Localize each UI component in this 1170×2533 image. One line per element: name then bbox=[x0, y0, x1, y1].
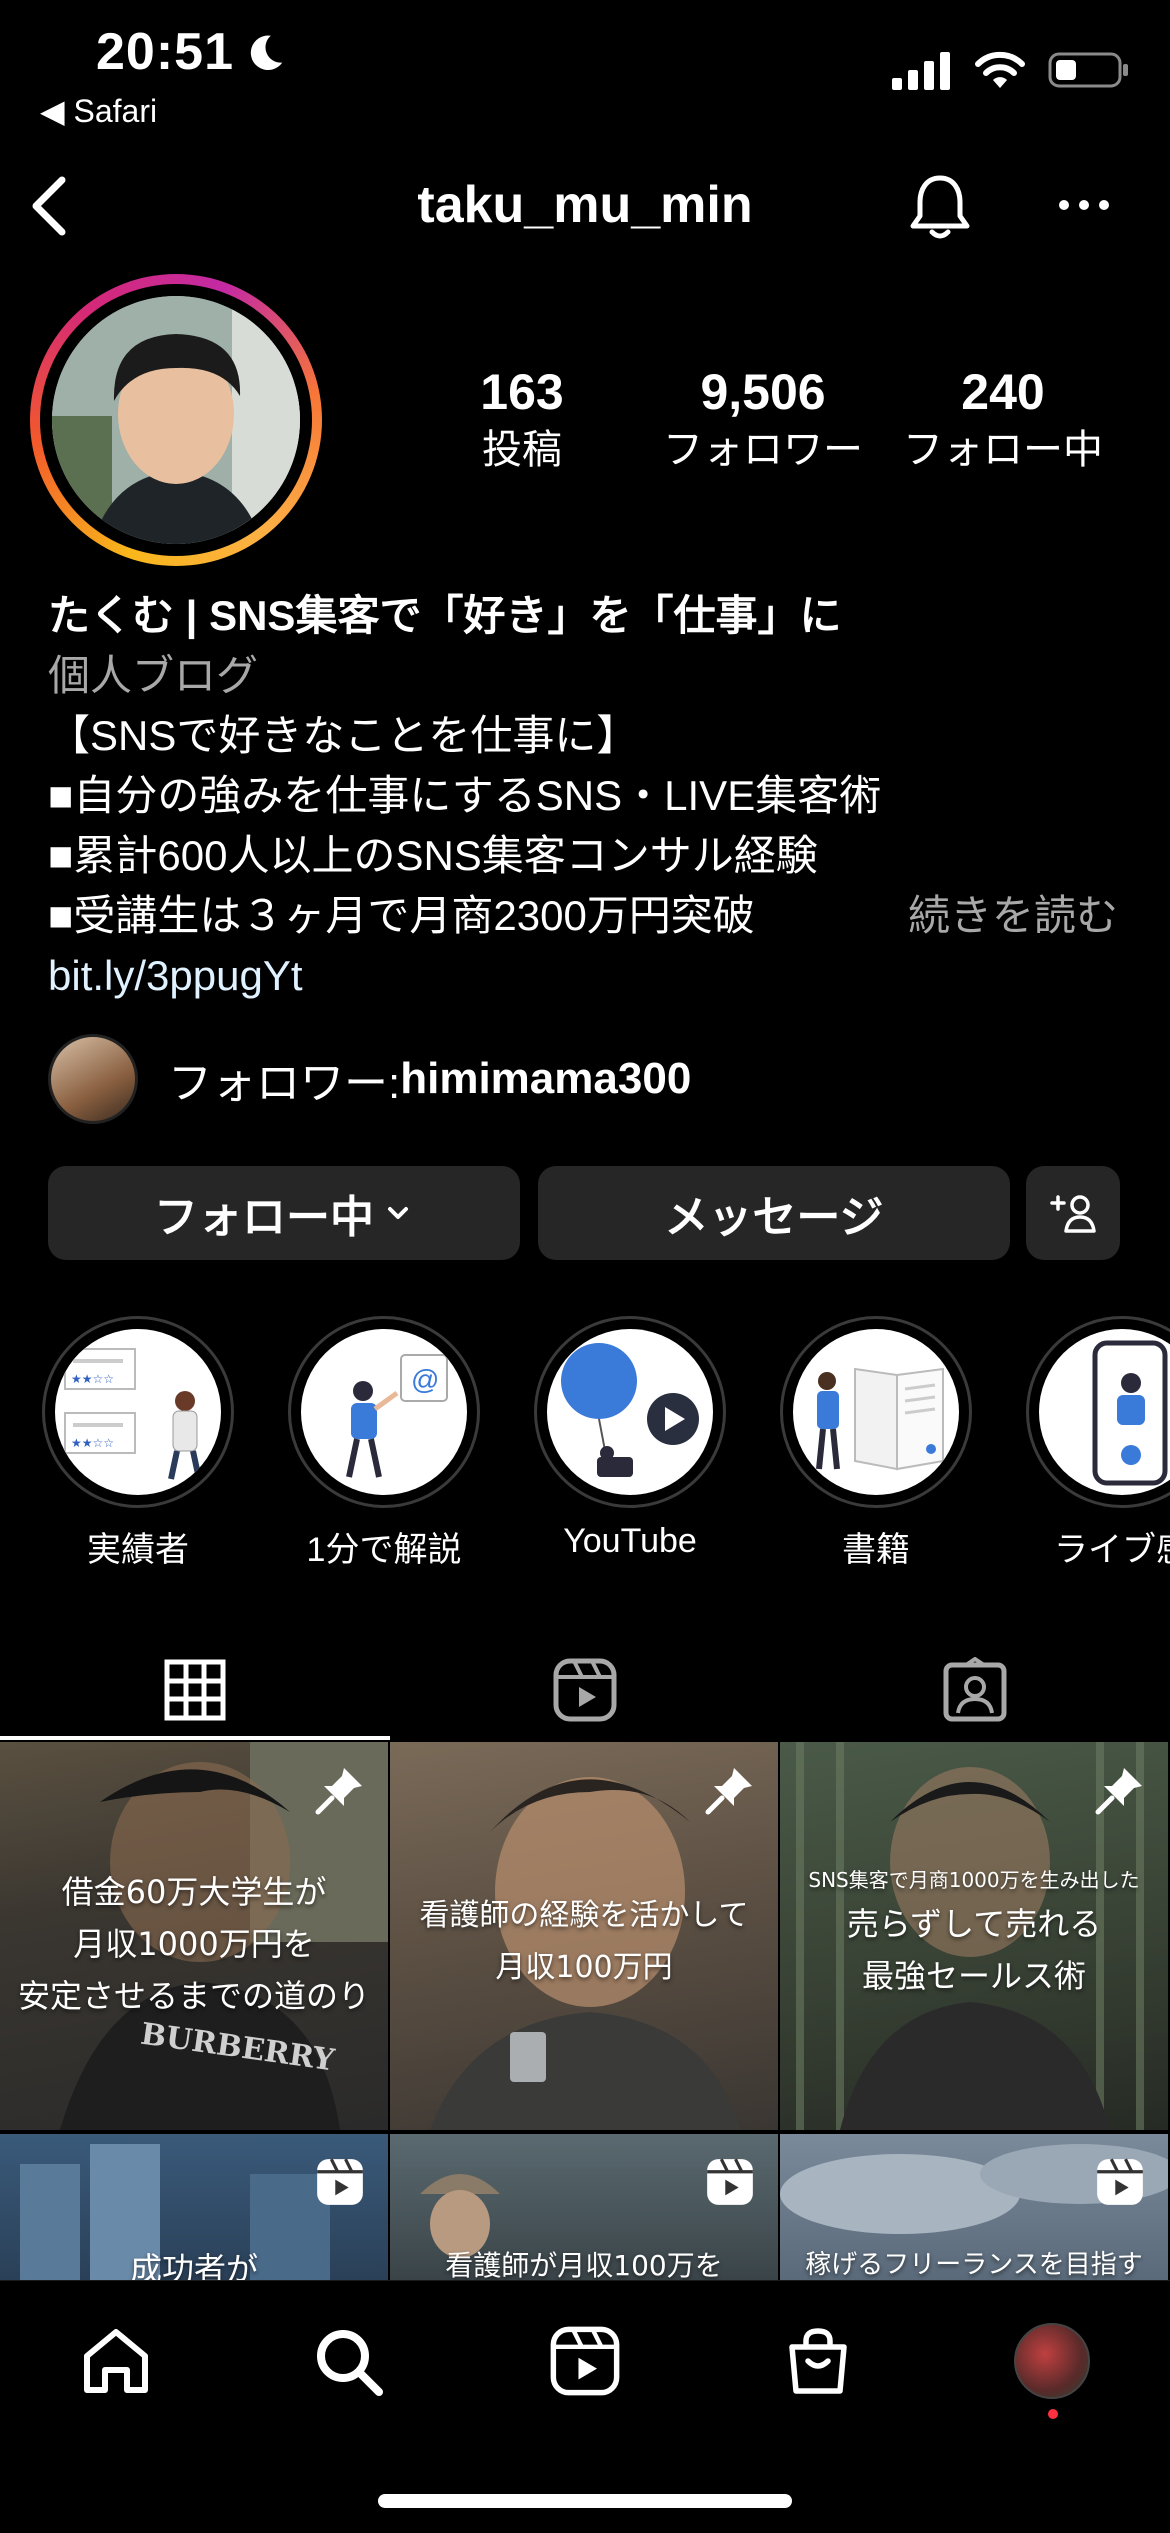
active-tab-indicator bbox=[0, 1736, 390, 1740]
suggested-users-button[interactable] bbox=[1026, 1166, 1120, 1260]
tab-reels[interactable] bbox=[390, 1640, 780, 1740]
search-icon bbox=[317, 2330, 383, 2396]
post-caption-overlay: 借金60万大学生が 月収1000万円を 安定させるまでの道のり bbox=[17, 1873, 370, 2015]
profile-bio: たくむ | SNS集客で「好き」を「仕事」に 個人ブログ 【SNSで好きなことを… bbox=[48, 586, 1128, 1006]
nav-reels[interactable] bbox=[545, 2321, 625, 2401]
highlight-cover-live bbox=[1039, 1329, 1170, 1495]
profile-username: taku_mu_min bbox=[417, 176, 753, 234]
following-count: 240 bbox=[961, 364, 1045, 420]
following-button[interactable]: フォロー中 bbox=[48, 1166, 520, 1260]
bio-link[interactable]: bit.ly/3ppugYt bbox=[48, 946, 1128, 1006]
more-options-icon[interactable] bbox=[1056, 190, 1112, 220]
bell-icon[interactable] bbox=[906, 170, 974, 242]
shopping-bag-icon bbox=[789, 2328, 847, 2394]
highlight-4[interactable]: 書籍 bbox=[778, 1316, 974, 1571]
status-time: 20:51 bbox=[96, 23, 234, 81]
profile-category: 個人ブログ bbox=[48, 652, 259, 699]
reels-icon bbox=[553, 1658, 617, 1722]
chevron-down-icon bbox=[388, 1207, 408, 1219]
reels-icon bbox=[550, 2326, 620, 2396]
bio-line-with-more: ■受講生は３ヶ月で月商2300万円突破 続きを読む bbox=[48, 886, 1118, 946]
post-thumbnail[interactable]: 稼げるフリーランスを目指す bbox=[780, 2134, 1168, 2280]
pin-icon bbox=[1095, 1768, 1142, 1815]
bio-line: 【SNSで好きなことを仕事に】 bbox=[48, 712, 639, 759]
post-thumbnail[interactable]: 成功者が bbox=[0, 2134, 388, 2280]
bio-line: ■受講生は３ヶ月で月商2300万円突破 bbox=[48, 892, 755, 939]
followed-by-prefix: フォロワー: bbox=[168, 1059, 401, 1108]
highlight-cover-book bbox=[793, 1329, 959, 1495]
highlight-3[interactable]: YouTube bbox=[532, 1316, 728, 1561]
post-caption-overlay: 看護師が月収100万を bbox=[445, 2249, 723, 2280]
own-profile-avatar bbox=[1014, 2323, 1090, 2399]
stat-followers[interactable]: 9,506 フォロワー bbox=[648, 362, 878, 478]
read-more-link[interactable]: 続きを読む bbox=[908, 886, 1118, 946]
stat-posts[interactable]: 163 投稿 bbox=[432, 362, 612, 478]
back-to-safari[interactable]: ◀ Safari bbox=[40, 92, 157, 130]
reels-badge-icon bbox=[707, 2158, 753, 2205]
followed-by[interactable]: フォロワー: himimama300 bbox=[48, 1034, 691, 1124]
post-thumbnail[interactable]: 借金60万大学生が 月収1000万円を 安定させるまでの道のり BURBERRY bbox=[0, 1742, 388, 2130]
highlight-label: 1分で解説 bbox=[306, 1531, 462, 1569]
highlight-cover-reviews: ★★☆☆ ★★☆☆ bbox=[55, 1329, 221, 1495]
avatar-photo bbox=[52, 296, 300, 544]
nav-shop[interactable] bbox=[778, 2321, 858, 2401]
highlight-5[interactable]: ライブ感 bbox=[1024, 1316, 1170, 1571]
post-caption-overlay: 看護師の経験を活かして 月収100万円 bbox=[419, 1898, 749, 1985]
posts-label: 投稿 bbox=[482, 428, 562, 472]
nav-profile[interactable] bbox=[1012, 2321, 1092, 2401]
follower-avatar bbox=[48, 1034, 138, 1124]
highlight-label: 実績者 bbox=[87, 1531, 189, 1569]
post-thumbnail[interactable]: 看護師が月収100万を bbox=[390, 2134, 778, 2280]
highlight-cover-explainer: @ bbox=[301, 1329, 467, 1495]
display-name: たくむ | SNS集客で「好き」を「仕事」に bbox=[48, 592, 842, 639]
following-label: フォロー中 bbox=[903, 428, 1103, 472]
message-button[interactable]: メッセージ bbox=[538, 1166, 1010, 1260]
cellular-signal-icon bbox=[892, 52, 950, 90]
bio-line: ■自分の強みを仕事にするSNS・LIVE集客術 bbox=[48, 772, 882, 819]
home-indicator[interactable] bbox=[378, 2494, 792, 2508]
followed-by-user: himimama300 bbox=[400, 1054, 692, 1103]
svg-text:@: @ bbox=[411, 1364, 439, 1395]
followers-label: フォロワー bbox=[663, 428, 863, 472]
post-thumbnail[interactable]: 看護師の経験を活かして 月収100万円 bbox=[390, 1742, 778, 2130]
svg-text:★★☆☆: ★★☆☆ bbox=[71, 1436, 114, 1450]
stat-following[interactable]: 240 フォロー中 bbox=[888, 362, 1118, 478]
tab-posts-grid[interactable] bbox=[0, 1640, 390, 1740]
tagged-person-icon bbox=[943, 1657, 1007, 1722]
post-caption-overlay: 稼げるフリーランスを目指す bbox=[805, 2250, 1143, 2280]
tab-tagged[interactable] bbox=[780, 1640, 1170, 1740]
post-caption-overlay: SNS集客で月商1000万を生み出した 売らずして売れる 最強セールス術 bbox=[808, 1868, 1140, 1995]
nav-search[interactable] bbox=[308, 2321, 388, 2401]
home-icon bbox=[84, 2329, 148, 2393]
add-person-icon bbox=[1050, 1195, 1096, 1233]
posts-count: 163 bbox=[480, 364, 564, 420]
highlight-label: 書籍 bbox=[842, 1531, 910, 1569]
highlight-label: ライブ感 bbox=[1054, 1531, 1170, 1569]
notification-dot bbox=[1048, 2409, 1058, 2419]
post-thumbnail[interactable]: SNS集客で月商1000万を生み出した 売らずして売れる 最強セールス術 bbox=[780, 1742, 1168, 2130]
nav-home[interactable] bbox=[76, 2321, 156, 2401]
following-button-label: フォロー中 bbox=[154, 1193, 374, 1242]
message-button-label: メッセージ bbox=[664, 1193, 884, 1242]
post-caption-overlay: 成功者が bbox=[129, 2250, 258, 2280]
svg-text:★★☆☆: ★★☆☆ bbox=[71, 1372, 114, 1386]
pin-icon bbox=[315, 1768, 362, 1815]
followers-count: 9,506 bbox=[700, 364, 826, 420]
highlight-1[interactable]: ★★☆☆ ★★☆☆ 実績者 bbox=[40, 1316, 236, 1571]
moon-icon bbox=[250, 35, 283, 71]
reels-badge-icon bbox=[1097, 2158, 1143, 2205]
pin-icon bbox=[705, 1768, 752, 1815]
highlight-2[interactable]: @ 1分で解説 bbox=[286, 1316, 482, 1571]
wifi-icon bbox=[975, 51, 1025, 88]
grid-icon bbox=[164, 1659, 226, 1721]
bio-line: ■累計600人以上のSNS集客コンサル経験 bbox=[48, 832, 818, 879]
battery-icon bbox=[1048, 52, 1128, 88]
status-icons bbox=[892, 50, 1130, 90]
profile-avatar[interactable] bbox=[30, 274, 322, 566]
highlight-cover-youtube bbox=[547, 1329, 713, 1495]
reels-badge-icon bbox=[317, 2158, 363, 2205]
highlight-label: YouTube bbox=[563, 1522, 697, 1560]
